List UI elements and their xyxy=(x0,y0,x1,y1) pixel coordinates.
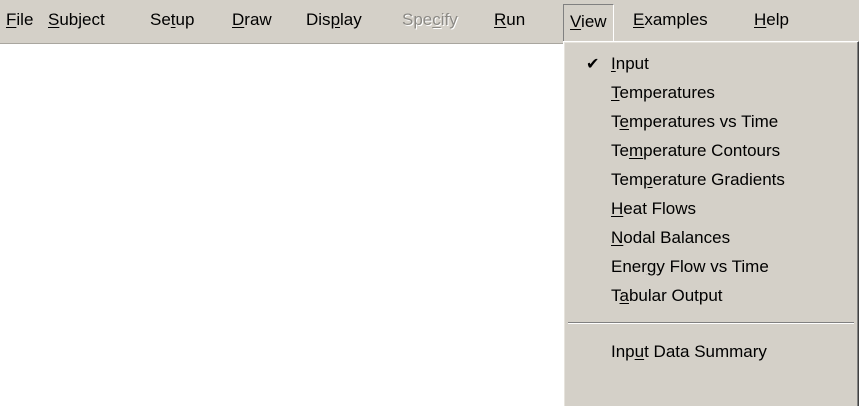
menu-item-heat-flows[interactable]: Heat Flows xyxy=(566,194,856,223)
menu-item-temperatures[interactable]: Temperatures xyxy=(566,78,856,107)
menu-subject-key: S xyxy=(48,10,60,29)
menu-item-energy-flow-vs-time[interactable]: Energy Flow vs Time xyxy=(566,252,856,281)
menu-item-temperature-gradients-post: erature Gradients xyxy=(652,170,785,189)
menu-item-temperatures-vs-time-pre: T xyxy=(611,112,620,131)
view-menu-dropdown: ✔ Input Temperatures Temperatures vs Time… xyxy=(563,41,859,406)
menu-view[interactable]: View xyxy=(563,4,614,42)
menu-item-input-post: nput xyxy=(615,54,649,73)
menu-item-temperature-contours[interactable]: Temperature Contours xyxy=(566,136,856,165)
menu-separator xyxy=(568,322,854,324)
menu-item-heat-flows-post: eat Flows xyxy=(623,199,697,218)
menu-display[interactable]: Display xyxy=(300,0,368,44)
menu-setup-post: up xyxy=(175,10,195,29)
menu-item-temperature-gradients-key: p xyxy=(643,170,653,189)
menu-specify-post: ify xyxy=(440,10,458,29)
menu-specify-key: c xyxy=(432,10,441,29)
menu-item-energy-flow-vs-time-pre: Ener xyxy=(611,257,647,276)
menu-item-nodal-balances-key: N xyxy=(611,228,624,247)
menu-setup[interactable]: Setup xyxy=(144,0,200,44)
checkmark-icon: ✔ xyxy=(586,54,600,73)
menu-item-input[interactable]: ✔ Input xyxy=(566,49,856,78)
menu-run-key: R xyxy=(494,10,507,29)
menu-draw-post: raw xyxy=(244,10,272,29)
menu-item-tabular-output-key: a xyxy=(619,286,629,305)
menu-setup-pre: Se xyxy=(150,10,171,29)
menu-file-key: F xyxy=(6,10,17,29)
menu-item-temperature-contours-key: m xyxy=(628,141,644,160)
menu-item-tabular-output-pre: T xyxy=(611,286,620,305)
menu-help[interactable]: Help xyxy=(748,0,795,44)
menu-display-post: lay xyxy=(340,10,362,29)
menu-display-pre: Dis xyxy=(306,10,331,29)
menu-draw-key: D xyxy=(232,10,245,29)
menu-file-post: ile xyxy=(16,10,34,29)
menu-item-temperatures-post: emperatures xyxy=(619,83,715,102)
menu-examples[interactable]: Examples xyxy=(627,0,714,44)
menu-specify: Specify xyxy=(396,0,464,44)
menu-item-temperatures-vs-time[interactable]: Temperatures vs Time xyxy=(566,107,856,136)
menu-item-input-data-summary-key: u xyxy=(634,342,645,361)
menu-subject-post: ubject xyxy=(59,10,105,29)
menu-item-temperatures-vs-time-post: mperatures vs Time xyxy=(628,112,779,131)
menu-item-input-data-summary[interactable]: Input Data Summary xyxy=(566,337,856,366)
menu-item-nodal-balances[interactable]: Nodal Balances xyxy=(566,223,856,252)
menu-view-post: iew xyxy=(581,12,607,31)
menu-examples-post: xamples xyxy=(644,10,708,29)
menu-file[interactable]: File xyxy=(0,0,39,44)
menu-view-key: V xyxy=(570,12,582,31)
menu-item-tabular-output-post: bular Output xyxy=(628,286,723,305)
menu-examples-key: E xyxy=(633,10,645,29)
menu-item-temperature-gradients[interactable]: Temperature Gradients xyxy=(566,165,856,194)
menu-item-temperatures-key: T xyxy=(611,83,620,102)
menu-run-post: un xyxy=(506,10,526,29)
menu-item-temperature-gradients-pre: Tem xyxy=(611,170,644,189)
menu-subject[interactable]: Subject xyxy=(42,0,111,44)
menu-item-heat-flows-key: H xyxy=(611,199,624,218)
menu-item-input-data-summary-pre: Inp xyxy=(611,342,635,361)
menu-display-key: p xyxy=(330,10,341,29)
menu-run[interactable]: Run xyxy=(488,0,531,44)
menu-specify-pre: Spe xyxy=(402,10,433,29)
menu-item-input-data-summary-post: t Data Summary xyxy=(644,342,767,361)
menu-draw[interactable]: Draw xyxy=(226,0,278,44)
menu-help-post: elp xyxy=(766,10,789,29)
menu-item-tabular-output[interactable]: Tabular Output xyxy=(566,281,856,310)
menu-item-nodal-balances-post: odal Balances xyxy=(623,228,731,247)
menu-item-energy-flow-vs-time-key: g xyxy=(646,257,657,276)
menu-item-temperature-contours-pre: Te xyxy=(611,141,629,160)
menu-item-temperature-contours-post: perature Contours xyxy=(643,141,781,160)
menu-item-temperatures-vs-time-key: e xyxy=(619,112,629,131)
menu-bar: File Subject Setup Draw Display Specify … xyxy=(0,0,859,44)
menu-item-energy-flow-vs-time-post: y Flow vs Time xyxy=(656,257,769,276)
menu-help-key: H xyxy=(754,10,767,29)
